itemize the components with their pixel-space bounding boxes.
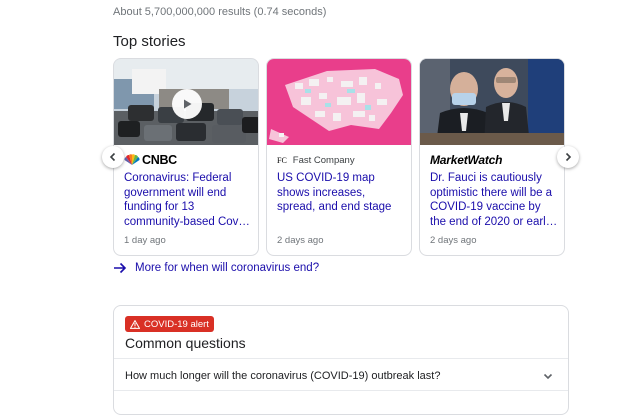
top-stories-title: Top stories (113, 33, 186, 50)
covid-alert-label: COVID-19 alert (144, 318, 209, 330)
results-count: About 5,700,000,000 results (0.74 second… (113, 6, 327, 18)
arrow-right-icon (114, 262, 127, 274)
news-time: 2 days ago (430, 235, 477, 246)
news-thumbnail[interactable] (267, 59, 411, 145)
news-time: 1 day ago (124, 235, 166, 246)
carousel-prev-button[interactable] (102, 146, 124, 168)
question-item[interactable] (114, 390, 568, 416)
news-card[interactable]: FC Fast Company US COVID-19 map shows in… (266, 58, 412, 256)
news-source: MarketWatch (430, 153, 502, 167)
news-source: FC Fast Company (277, 153, 355, 167)
news-source-name: Fast Company (292, 154, 355, 166)
fast-company-logo-icon: FC (277, 155, 287, 165)
more-news-label[interactable]: More for when will coronavirus end? (135, 262, 319, 274)
news-headline[interactable]: Coronavirus: Federal government will end… (124, 171, 252, 229)
play-button-icon[interactable] (172, 89, 202, 119)
warning-icon (130, 319, 140, 329)
news-headline[interactable]: US COVID-19 map shows increases, spread,… (277, 171, 405, 215)
chevron-down-icon[interactable] (542, 370, 554, 382)
news-time: 2 days ago (277, 235, 324, 246)
news-source-name: CNBC (142, 153, 177, 167)
covid-alert-badge: COVID-19 alert (125, 316, 214, 332)
news-card[interactable]: MarketWatch Dr. Fauci is cautiously opti… (419, 58, 565, 256)
chevron-right-icon (565, 152, 572, 162)
more-news-link[interactable]: More for when will coronavirus end? (113, 262, 319, 274)
question-item[interactable]: How much longer will the coronavirus (CO… (114, 358, 568, 394)
common-questions-title: Common questions (125, 335, 246, 351)
chevron-left-icon (109, 152, 116, 162)
news-thumbnail[interactable] (420, 59, 564, 145)
cnbc-peacock-icon (124, 154, 140, 165)
question-text[interactable]: How much longer will the coronavirus (CO… (125, 370, 440, 382)
news-headline[interactable]: Dr. Fauci is cautiously optimistic there… (430, 171, 558, 229)
news-card[interactable]: CNBC Coronavirus: Federal government wil… (113, 58, 259, 256)
news-source-name: MarketWatch (430, 153, 503, 167)
news-source: CNBC (124, 153, 177, 167)
carousel-next-button[interactable] (557, 146, 579, 168)
common-questions-panel: COVID-19 alert Common questions How much… (113, 305, 569, 415)
